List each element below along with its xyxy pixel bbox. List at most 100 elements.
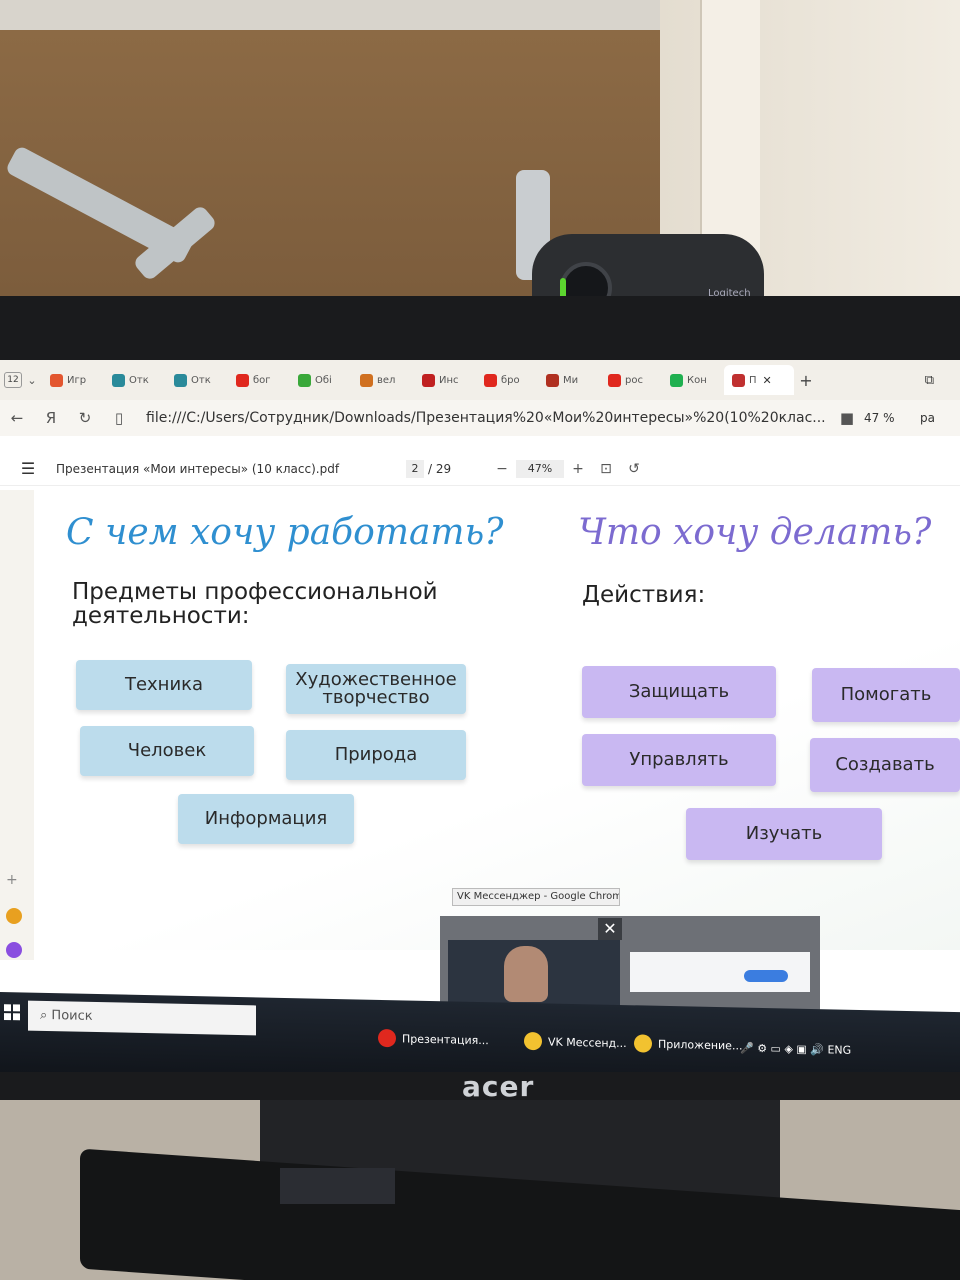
subject-chip: Техника bbox=[76, 660, 252, 710]
tab-label: Ми bbox=[563, 374, 579, 386]
favicon-icon bbox=[670, 373, 683, 387]
browser-tab[interactable]: Ми bbox=[538, 365, 600, 395]
bookmark-icon[interactable]: ■ bbox=[830, 409, 864, 427]
action-chip: Помогать bbox=[812, 668, 960, 722]
page-total: / 29 bbox=[428, 461, 452, 476]
favicon-icon bbox=[236, 373, 249, 387]
pdf-toolbar: ☰ Презентация «Мои интересы» (10 класс).… bbox=[0, 452, 960, 486]
tab-label: Обі bbox=[315, 374, 332, 386]
browser-sidebar: + bbox=[0, 490, 34, 960]
taskbar-app[interactable]: Приложение... bbox=[628, 1027, 742, 1061]
tray-icons[interactable]: 🎤 ⚙ ▭ ◈ ▣ 🔊 bbox=[740, 1042, 827, 1057]
tab-label: Кон bbox=[687, 374, 707, 386]
yandex-icon[interactable]: Я bbox=[34, 409, 68, 427]
monitor-screen: 12 ⌄ Игр Отк Отк бог Обі вел Инс бро Ми рос Кон П … bbox=[0, 360, 960, 1072]
favicon-icon bbox=[174, 373, 187, 387]
tab-label: Игр bbox=[67, 374, 87, 386]
tab-label: Отк bbox=[129, 374, 149, 386]
favicon-icon bbox=[298, 373, 311, 387]
zoom-out-button[interactable]: − bbox=[488, 461, 516, 477]
taskbar-app-label: VK Мессенд... bbox=[548, 1034, 627, 1050]
taskbar-app-label: Презентация... bbox=[402, 1031, 489, 1047]
tab-label: П bbox=[749, 374, 757, 386]
monitor-logo: acer bbox=[462, 1070, 535, 1103]
action-chip: Изучать bbox=[686, 808, 882, 860]
browser-tab[interactable]: Обі bbox=[290, 365, 352, 395]
zoom-input[interactable]: 47% bbox=[516, 459, 564, 478]
print-button[interactable]: ра bbox=[920, 411, 960, 425]
zoom-indicator[interactable]: 47 % bbox=[864, 411, 920, 425]
reload-icon[interactable]: ↻ bbox=[68, 409, 102, 427]
alice-icon[interactable] bbox=[6, 942, 22, 958]
right-subheading: Действия: bbox=[582, 582, 706, 608]
url-field[interactable]: file:///C:/Users/Сотрудник/Downloads/Пре… bbox=[136, 410, 830, 426]
yandex-browser-icon bbox=[378, 1028, 396, 1048]
subject-chip: Природа bbox=[286, 730, 466, 780]
browser-tab[interactable]: Отк bbox=[166, 365, 228, 395]
favicon-icon bbox=[360, 373, 373, 387]
system-tray: 🎤 ⚙ ▭ ◈ ▣ 🔊 ENG bbox=[740, 1042, 851, 1057]
favicon-icon bbox=[484, 373, 497, 387]
page-input[interactable]: 2 bbox=[406, 459, 424, 478]
browser-tab[interactable]: рос bbox=[600, 365, 662, 395]
rotate-icon[interactable]: ↺ bbox=[620, 461, 648, 477]
taskbar-app[interactable]: VK Мессенд... bbox=[518, 1025, 627, 1059]
left-heading: С чем хочу работать? bbox=[66, 512, 504, 553]
browser-tab[interactable]: Отк bbox=[104, 365, 166, 395]
close-icon[interactable]: ✕ bbox=[598, 918, 622, 940]
tab-label: рос bbox=[625, 374, 643, 386]
window-restore-icon[interactable]: ⧉ bbox=[925, 373, 934, 388]
chrome-icon bbox=[634, 1034, 652, 1053]
vk-action-button[interactable] bbox=[744, 970, 788, 982]
os-sticker bbox=[280, 1168, 395, 1204]
tab-label: вел bbox=[377, 374, 396, 386]
browser-tab[interactable]: Инс bbox=[414, 365, 476, 395]
browser-tab[interactable]: Кон bbox=[662, 365, 724, 395]
tab-label: бро bbox=[501, 374, 520, 386]
pdf-title: Презентация «Мои интересы» (10 класс).pd… bbox=[56, 461, 340, 476]
zoom-in-button[interactable]: + bbox=[564, 461, 592, 477]
pdf-slide: С чем хочу работать? Что хочу делать? Пр… bbox=[36, 490, 960, 950]
plus-icon[interactable]: + bbox=[6, 872, 22, 888]
vk-popup-title: VK Мессенджер - Google Chrome bbox=[452, 888, 620, 906]
action-chip: Управлять bbox=[582, 734, 776, 786]
favicon-icon bbox=[50, 373, 63, 387]
action-chip: Создавать bbox=[810, 738, 960, 792]
tab-label: Инс bbox=[439, 374, 459, 386]
collections-icon[interactable] bbox=[6, 908, 22, 924]
favicon-icon bbox=[112, 373, 125, 387]
fit-page-icon[interactable]: ⊡ bbox=[592, 461, 620, 477]
subject-chip: Человек bbox=[80, 726, 254, 776]
new-tab-button[interactable]: + bbox=[794, 371, 818, 390]
favicon-icon bbox=[608, 373, 621, 387]
browser-tab[interactable]: Игр bbox=[42, 365, 104, 395]
taskbar-app-label: Приложение... bbox=[658, 1037, 743, 1053]
browser-tab[interactable]: бро bbox=[476, 365, 538, 395]
tab-active[interactable]: П ✕ bbox=[724, 365, 794, 395]
windows-start-icon[interactable] bbox=[4, 1004, 20, 1021]
browser-tab[interactable]: вел bbox=[352, 365, 414, 395]
left-subheading: Предметы профессиональной деятельности: bbox=[72, 579, 438, 629]
language-indicator[interactable]: ENG bbox=[827, 1043, 851, 1056]
tab-count-badge[interactable]: 12 bbox=[4, 372, 22, 388]
address-bar: ← Я ↻ ▯ file:///C:/Users/Сотрудник/Downl… bbox=[0, 400, 960, 436]
file-icon: ▯ bbox=[114, 409, 124, 427]
right-heading: Что хочу делать? bbox=[578, 512, 932, 553]
back-icon[interactable]: ← bbox=[0, 409, 34, 427]
chevron-down-icon[interactable]: ⌄ bbox=[22, 374, 42, 387]
tab-bar: 12 ⌄ Игр Отк Отк бог Обі вел Инс бро Ми рос Кон П … bbox=[0, 360, 960, 400]
subject-chip: Информация bbox=[178, 794, 354, 844]
tab-label: бог bbox=[253, 374, 271, 386]
subject-chip: Художественное творчество bbox=[286, 664, 466, 714]
video-participant bbox=[504, 946, 548, 1002]
chrome-icon bbox=[524, 1031, 542, 1051]
taskbar-app[interactable]: Презентация... bbox=[372, 1022, 489, 1056]
browser-tab[interactable]: бог bbox=[228, 365, 290, 395]
menu-icon[interactable]: ☰ bbox=[0, 459, 56, 478]
taskbar-search-input[interactable]: ⌕ Поиск bbox=[28, 1000, 256, 1036]
pdf-icon bbox=[732, 373, 745, 387]
favicon-icon bbox=[422, 373, 435, 387]
search-placeholder: Поиск bbox=[51, 1008, 93, 1024]
favicon-icon bbox=[546, 373, 559, 387]
close-icon[interactable]: ✕ bbox=[763, 374, 772, 387]
